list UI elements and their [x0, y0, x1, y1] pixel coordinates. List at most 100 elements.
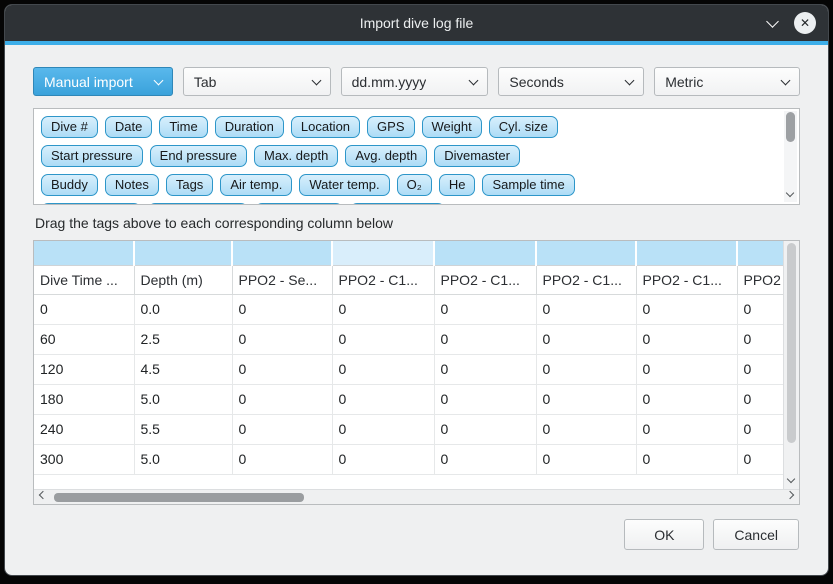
table-cell[interactable]: 0 — [737, 294, 783, 324]
table-cell[interactable]: 0 — [232, 354, 332, 384]
column-drop-target[interactable] — [434, 241, 536, 265]
table-cell[interactable]: 60 — [34, 324, 134, 354]
table-cell[interactable]: 0 — [34, 294, 134, 324]
table-cell[interactable]: 0 — [737, 324, 783, 354]
column-drop-target[interactable] — [134, 241, 232, 265]
table-cell[interactable]: 0 — [737, 384, 783, 414]
table-cell[interactable]: 0 — [737, 414, 783, 444]
table-cell[interactable]: 0 — [636, 384, 737, 414]
table-cell[interactable]: 0 — [232, 384, 332, 414]
tag-end-pressure[interactable]: End pressure — [150, 145, 247, 167]
tag-dive[interactable]: Dive # — [41, 116, 98, 138]
table-cell[interactable]: 5.0 — [134, 444, 232, 474]
table-vertical-scrollbar[interactable] — [783, 241, 799, 489]
column-header[interactable]: PPO2 - C1... — [636, 265, 737, 294]
table-horizontal-scrollbar[interactable] — [34, 489, 799, 504]
column-drop-target[interactable] — [636, 241, 737, 265]
table-cell[interactable]: 0 — [434, 414, 536, 444]
table-cell[interactable]: 0 — [434, 354, 536, 384]
combo-unit-system[interactable]: Metric — [654, 67, 800, 96]
table-cell[interactable]: 0 — [332, 294, 434, 324]
tag-buddy[interactable]: Buddy — [41, 174, 98, 196]
column-drop-target[interactable] — [332, 241, 434, 265]
column-header[interactable]: PPO2 - C1... — [536, 265, 636, 294]
scrollbar-handle[interactable] — [787, 243, 796, 443]
shade-window-icon[interactable] — [764, 15, 780, 31]
table-cell[interactable]: 0 — [332, 414, 434, 444]
tag-gps[interactable]: GPS — [367, 116, 414, 138]
table-cell[interactable]: 0 — [636, 294, 737, 324]
table-cell[interactable]: 0 — [332, 354, 434, 384]
tag-air-temp[interactable]: Air temp. — [220, 174, 292, 196]
tag-he[interactable]: He — [439, 174, 476, 196]
table-cell[interactable]: 0 — [536, 444, 636, 474]
table-cell[interactable]: 0 — [332, 384, 434, 414]
table-cell[interactable]: 0 — [434, 294, 536, 324]
cancel-button[interactable]: Cancel — [713, 519, 799, 550]
table-cell[interactable]: 2.5 — [134, 324, 232, 354]
table-cell[interactable]: 0 — [536, 384, 636, 414]
table-cell[interactable]: 0 — [536, 354, 636, 384]
scrollbar-handle[interactable] — [786, 112, 795, 142]
scroll-left-icon[interactable] — [39, 491, 47, 499]
table-cell[interactable]: 5.0 — [134, 384, 232, 414]
tag-location[interactable]: Location — [291, 116, 360, 138]
table-cell[interactable]: 0 — [536, 294, 636, 324]
tag-time[interactable]: Time — [159, 116, 207, 138]
table-cell[interactable]: 120 — [34, 354, 134, 384]
table-cell[interactable]: 0 — [232, 444, 332, 474]
table-cell[interactable]: 0 — [232, 324, 332, 354]
tag-o[interactable]: O₂ — [397, 174, 432, 196]
tag-notes[interactable]: Notes — [105, 174, 159, 196]
table-cell[interactable]: 0 — [536, 324, 636, 354]
tag-date[interactable]: Date — [105, 116, 152, 138]
combo-date-format[interactable]: dd.mm.yyyy — [341, 67, 489, 96]
table-cell[interactable]: 0 — [232, 294, 332, 324]
tag-divemaster[interactable]: Divemaster — [434, 145, 520, 167]
table-cell[interactable]: 180 — [34, 384, 134, 414]
combo-duration-units[interactable]: Seconds — [498, 67, 644, 96]
column-header[interactable]: Depth (m) — [134, 265, 232, 294]
combo-field-separator[interactable]: Tab — [183, 67, 331, 96]
tag-cyl-size[interactable]: Cyl. size — [489, 116, 558, 138]
column-header[interactable]: PPO2 - Se... — [232, 265, 332, 294]
table-cell[interactable]: 300 — [34, 444, 134, 474]
tag-tags[interactable]: Tags — [166, 174, 213, 196]
tag-sample-temp[interactable]: Sample temp. — [148, 203, 248, 205]
tag-sample-po[interactable]: Sample po₂ — [255, 203, 342, 205]
column-header[interactable]: PPO2 — [737, 265, 783, 294]
table-cell[interactable]: 0 — [636, 414, 737, 444]
table-cell[interactable]: 0 — [636, 324, 737, 354]
scrollbar-handle[interactable] — [54, 493, 304, 502]
tag-panel-scrollbar[interactable] — [784, 111, 797, 202]
table-cell[interactable]: 5.5 — [134, 414, 232, 444]
titlebar[interactable]: Import dive log file ✕ — [5, 5, 828, 41]
column-header[interactable]: PPO2 - C1... — [434, 265, 536, 294]
scroll-down-icon[interactable] — [787, 475, 795, 483]
scroll-right-icon[interactable] — [786, 491, 794, 499]
table-cell[interactable]: 0 — [636, 444, 737, 474]
tag-max-depth[interactable]: Max. depth — [254, 145, 338, 167]
table-cell[interactable]: 0 — [434, 384, 536, 414]
table-cell[interactable]: 0 — [332, 324, 434, 354]
close-button[interactable]: ✕ — [794, 12, 816, 34]
ok-button[interactable]: OK — [624, 519, 704, 550]
table-cell[interactable]: 4.5 — [134, 354, 232, 384]
column-drop-target[interactable] — [34, 241, 134, 265]
table-cell[interactable]: 0 — [536, 414, 636, 444]
table-cell[interactable]: 0 — [434, 324, 536, 354]
table-cell[interactable]: 0.0 — [134, 294, 232, 324]
column-drop-target[interactable] — [737, 241, 783, 265]
tag-start-pressure[interactable]: Start pressure — [41, 145, 143, 167]
table-cell[interactable]: 0 — [232, 414, 332, 444]
table-cell[interactable]: 0 — [332, 444, 434, 474]
column-header[interactable]: PPO2 - C1... — [332, 265, 434, 294]
tag-avg-depth[interactable]: Avg. depth — [345, 145, 427, 167]
column-drop-target[interactable] — [232, 241, 332, 265]
tag-duration[interactable]: Duration — [215, 116, 284, 138]
combo-import-mode[interactable]: Manual import — [33, 67, 173, 96]
table-cell[interactable]: 0 — [737, 354, 783, 384]
table-cell[interactable]: 0 — [636, 354, 737, 384]
table-cell[interactable]: 240 — [34, 414, 134, 444]
tag-sample-depth[interactable]: Sample depth — [41, 203, 141, 205]
